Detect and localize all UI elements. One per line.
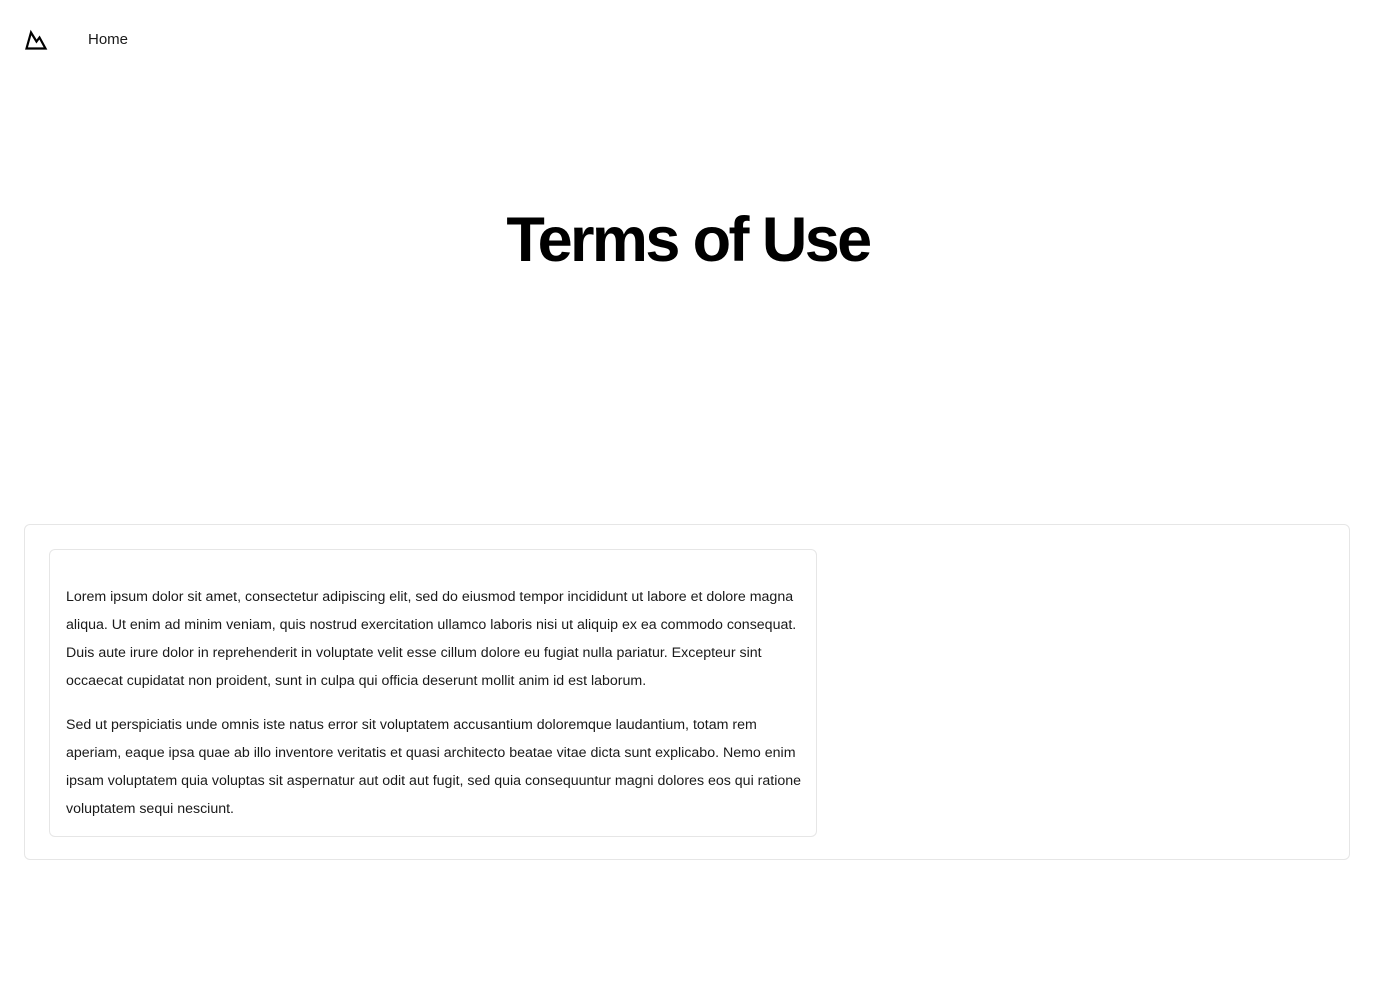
terms-text-body: Lorem ipsum dolor sit amet, consectetur … — [66, 583, 804, 836]
page-title: Terms of Use — [506, 205, 872, 275]
terms-scroll-panel[interactable]: Lorem ipsum dolor sit amet, consectetur … — [49, 549, 817, 837]
mountain-logo-icon[interactable] — [24, 28, 48, 52]
terms-paragraph: Lorem ipsum dolor sit amet, consectetur … — [66, 589, 797, 689]
terms-paragraph: Sed ut perspiciatis unde omnis iste natu… — [66, 717, 802, 817]
terms-container-card: Lorem ipsum dolor sit amet, consectetur … — [24, 524, 1350, 860]
nav-link-home[interactable]: Home — [88, 31, 128, 49]
mountain-logo-svg — [25, 29, 48, 50]
top-navigation-bar: Home — [0, 0, 1376, 80]
